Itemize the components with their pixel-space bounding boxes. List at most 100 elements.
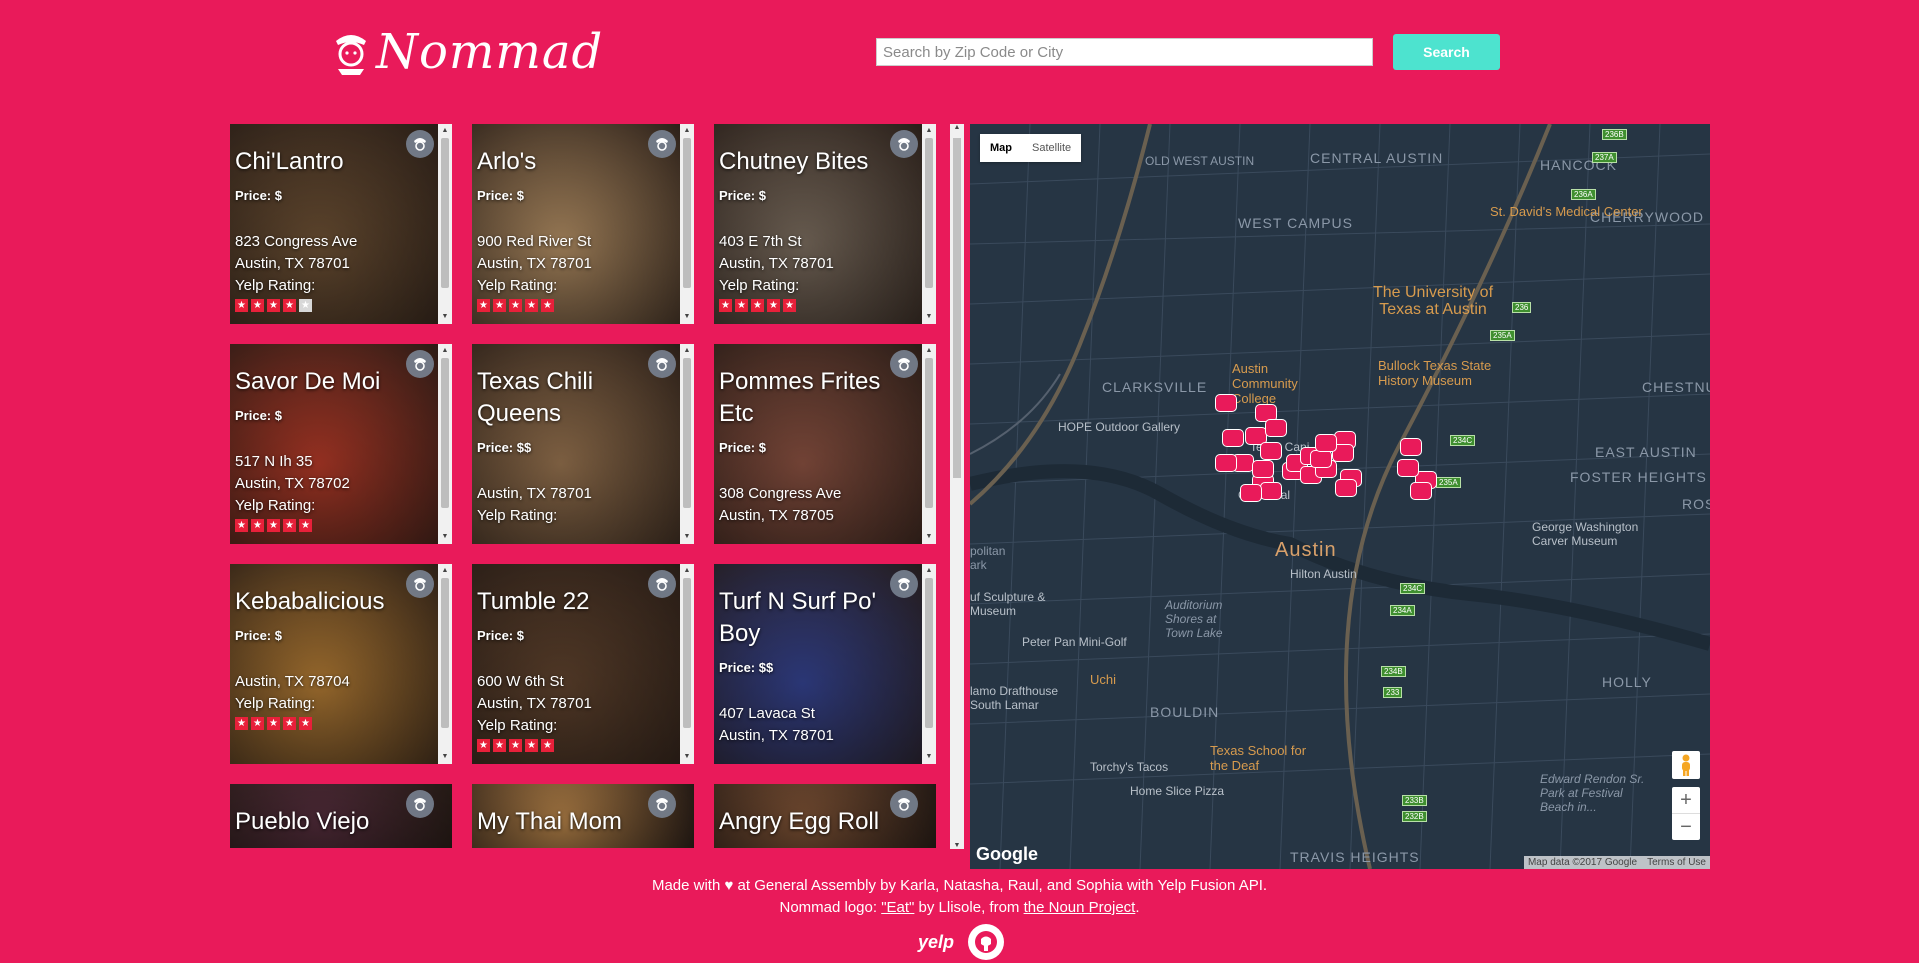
restaurant-card[interactable]: Kebabalicious Price: $ Austin, TX 78704 Yel… bbox=[230, 564, 452, 764]
food-truck-marker-icon[interactable] bbox=[1400, 438, 1422, 456]
map-type-map-button[interactable]: Map bbox=[980, 134, 1022, 162]
food-truck-marker-icon[interactable] bbox=[1335, 479, 1357, 497]
card-scrollbar[interactable]: ▲ ▼ bbox=[922, 124, 936, 324]
scroll-up-arrow-icon[interactable]: ▲ bbox=[950, 124, 964, 131]
nommad-favorite-icon[interactable] bbox=[406, 790, 434, 818]
scroll-thumb[interactable] bbox=[683, 358, 691, 508]
scroll-thumb[interactable] bbox=[683, 138, 691, 288]
food-truck-marker-icon[interactable] bbox=[1310, 450, 1332, 468]
star-icon: ★ bbox=[283, 519, 296, 532]
map-label: CLARKSVILLE bbox=[1102, 379, 1208, 395]
nommad-favorite-icon[interactable] bbox=[406, 350, 434, 378]
map-label: Home Slice Pizza bbox=[1130, 784, 1225, 798]
nommad-favorite-icon[interactable] bbox=[890, 570, 918, 598]
results-scrollbar[interactable]: ▲ ▼ bbox=[950, 124, 964, 849]
scroll-thumb[interactable] bbox=[953, 138, 961, 478]
card-scrollbar[interactable]: ▲ ▼ bbox=[438, 124, 452, 324]
nommad-favorite-icon[interactable] bbox=[406, 570, 434, 598]
card-scrollbar[interactable]: ▲ ▼ bbox=[922, 344, 936, 544]
scroll-up-arrow-icon[interactable]: ▲ bbox=[438, 124, 452, 138]
noun-project-link[interactable]: the Noun Project bbox=[1024, 899, 1136, 916]
card-scrollbar[interactable]: ▲ ▼ bbox=[680, 124, 694, 324]
food-truck-marker-icon[interactable] bbox=[1215, 454, 1237, 472]
scroll-down-arrow-icon[interactable]: ▼ bbox=[438, 310, 452, 324]
restaurant-card[interactable]: Pommes Frites Etc Price: $ 308 Congress Av… bbox=[714, 344, 936, 544]
github-icon[interactable] bbox=[968, 924, 1005, 960]
scroll-up-arrow-icon[interactable]: ▲ bbox=[438, 344, 452, 358]
eat-link[interactable]: "Eat" bbox=[881, 899, 914, 916]
card-scrollbar[interactable]: ▲ ▼ bbox=[680, 344, 694, 544]
food-truck-marker-icon[interactable] bbox=[1240, 484, 1262, 502]
scroll-down-arrow-icon[interactable]: ▼ bbox=[922, 750, 936, 764]
restaurant-address-line1: 517 N Ih 35 bbox=[235, 453, 313, 470]
food-truck-marker-icon[interactable] bbox=[1397, 459, 1419, 477]
nommad-favorite-icon[interactable] bbox=[648, 570, 676, 598]
star-rating: ★ ★ ★ ★ ★ bbox=[719, 299, 916, 312]
scroll-thumb[interactable] bbox=[925, 138, 933, 288]
scroll-thumb[interactable] bbox=[925, 578, 933, 728]
street-view-pegman-icon[interactable] bbox=[1672, 751, 1700, 779]
scroll-down-arrow-icon[interactable]: ▼ bbox=[438, 750, 452, 764]
scroll-down-arrow-icon[interactable]: ▼ bbox=[680, 750, 694, 764]
search-input[interactable] bbox=[876, 38, 1373, 66]
food-truck-marker-icon[interactable] bbox=[1252, 460, 1274, 478]
food-truck-marker-icon[interactable] bbox=[1265, 419, 1287, 437]
scroll-up-arrow-icon[interactable]: ▲ bbox=[680, 344, 694, 358]
restaurant-card[interactable]: Angry Egg Roll bbox=[714, 784, 936, 848]
terms-link[interactable]: Terms of Use bbox=[1647, 857, 1706, 868]
scroll-down-arrow-icon[interactable]: ▼ bbox=[922, 530, 936, 544]
scroll-down-arrow-icon[interactable]: ▼ bbox=[680, 530, 694, 544]
scroll-down-arrow-icon[interactable]: ▼ bbox=[680, 310, 694, 324]
scroll-thumb[interactable] bbox=[441, 358, 449, 508]
restaurant-card[interactable]: Chutney Bites Price: $ 403 E 7th St Austin,… bbox=[714, 124, 936, 324]
restaurant-address-line2: Austin, TX 78701 bbox=[235, 255, 350, 272]
scroll-thumb[interactable] bbox=[683, 578, 691, 728]
nommad-favorite-icon[interactable] bbox=[890, 130, 918, 158]
nommad-favorite-icon[interactable] bbox=[648, 350, 676, 378]
scroll-up-arrow-icon[interactable]: ▲ bbox=[680, 124, 694, 138]
zoom-out-button[interactable]: − bbox=[1672, 813, 1700, 840]
food-truck-marker-icon[interactable] bbox=[1410, 482, 1432, 500]
scroll-up-arrow-icon[interactable]: ▲ bbox=[438, 564, 452, 578]
scroll-down-arrow-icon[interactable]: ▼ bbox=[438, 530, 452, 544]
card-scrollbar[interactable]: ▲ ▼ bbox=[438, 564, 452, 764]
scroll-up-arrow-icon[interactable]: ▲ bbox=[922, 124, 936, 138]
scroll-up-arrow-icon[interactable]: ▲ bbox=[922, 564, 936, 578]
scroll-thumb[interactable] bbox=[925, 358, 933, 508]
card-scrollbar[interactable]: ▲ ▼ bbox=[680, 564, 694, 764]
search-button[interactable]: Search bbox=[1393, 34, 1500, 70]
scroll-down-arrow-icon[interactable]: ▼ bbox=[922, 310, 936, 324]
restaurant-card[interactable]: Turf N Surf Po' Boy Price: $$ 407 Lavaca S… bbox=[714, 564, 936, 764]
nommad-favorite-icon[interactable] bbox=[890, 790, 918, 818]
restaurant-card[interactable]: Texas Chili Queens Price: $$ Austin, TX 78… bbox=[472, 344, 694, 544]
restaurant-card[interactable]: Chi'Lantro Price: $ 823 Congress Ave Austin… bbox=[230, 124, 452, 324]
card-scrollbar[interactable]: ▲ ▼ bbox=[438, 344, 452, 544]
nommad-favorite-icon[interactable] bbox=[648, 130, 676, 158]
food-truck-marker-icon[interactable] bbox=[1315, 434, 1337, 452]
scroll-thumb[interactable] bbox=[441, 578, 449, 728]
results-list[interactable]: Chi'Lantro Price: $ 823 Congress Ave Austin… bbox=[230, 124, 967, 849]
restaurant-card[interactable]: Pueblo Viejo bbox=[230, 784, 452, 848]
scroll-up-arrow-icon[interactable]: ▲ bbox=[922, 344, 936, 358]
map-type-satellite-button[interactable]: Satellite bbox=[1022, 134, 1082, 162]
yelp-icon[interactable]: yelp bbox=[918, 932, 954, 953]
scroll-thumb[interactable] bbox=[441, 138, 449, 288]
food-truck-marker-icon[interactable] bbox=[1222, 429, 1244, 447]
nommad-favorite-icon[interactable] bbox=[890, 350, 918, 378]
restaurant-card[interactable]: Savor De Moi Price: $ 517 N Ih 35 Austin, T… bbox=[230, 344, 452, 544]
map-label: HOLLY bbox=[1602, 674, 1652, 690]
nommad-favorite-icon[interactable] bbox=[406, 130, 434, 158]
map[interactable]: Map Satellite OLD WEST AUSTIN CENTRAL AU… bbox=[970, 124, 1710, 869]
restaurant-card[interactable]: My Thai Mom bbox=[472, 784, 694, 848]
scroll-up-arrow-icon[interactable]: ▲ bbox=[680, 564, 694, 578]
restaurant-address-line1: 823 Congress Ave bbox=[235, 233, 358, 250]
restaurant-card[interactable]: Arlo's Price: $ 900 Red River St Austin, TX… bbox=[472, 124, 694, 324]
scroll-down-arrow-icon[interactable]: ▼ bbox=[950, 842, 964, 849]
food-truck-marker-icon[interactable] bbox=[1260, 442, 1282, 460]
nommad-favorite-icon[interactable] bbox=[648, 790, 676, 818]
card-scrollbar[interactable]: ▲ ▼ bbox=[922, 564, 936, 764]
food-truck-marker-icon[interactable] bbox=[1260, 482, 1282, 500]
food-truck-marker-icon[interactable] bbox=[1215, 394, 1237, 412]
zoom-in-button[interactable]: + bbox=[1672, 787, 1700, 813]
restaurant-card[interactable]: Tumble 22 Price: $ 600 W 6th St Austin, TX … bbox=[472, 564, 694, 764]
